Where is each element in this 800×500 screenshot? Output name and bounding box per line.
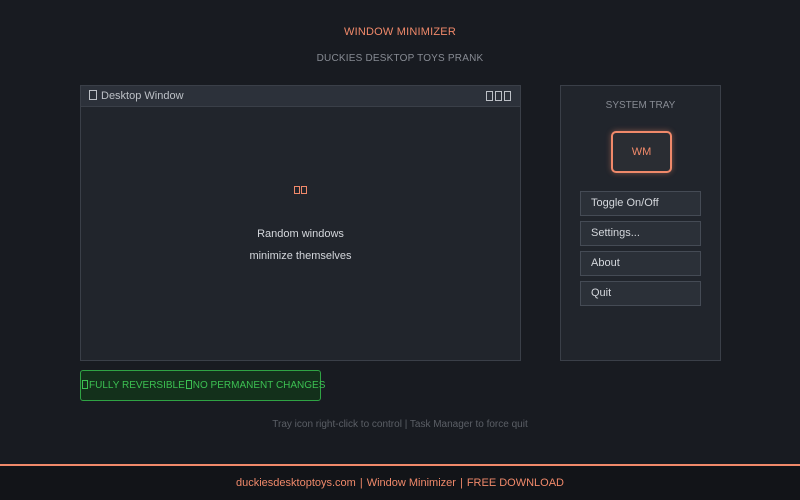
menu-item-quit[interactable]: Quit	[580, 281, 701, 306]
badge-text-2: NO PERMANENT CHANGES	[192, 380, 326, 391]
desktop-window[interactable]: Desktop Window Random windows minimize t…	[80, 85, 521, 361]
reversible-badge: FULLY REVERSIBLE NO PERMANENT CHANGES	[80, 370, 325, 401]
menu-item-toggle[interactable]: Toggle On/Off	[580, 191, 701, 216]
footer-separator: |	[359, 477, 363, 489]
window-title-text: Desktop Window	[101, 90, 184, 102]
window-body-line-2: minimize themselves	[249, 250, 352, 262]
window-titlebar[interactable]: Desktop Window	[81, 86, 520, 107]
menu-item-settings[interactable]: Settings...	[580, 221, 701, 246]
check-icon	[185, 380, 192, 389]
footer-site-link[interactable]: duckiesdesktoptoys.com	[236, 477, 356, 489]
tray-title: SYSTEM TRAY	[605, 100, 676, 111]
minimize-glyph-icon	[81, 186, 520, 194]
system-tray-panel: SYSTEM TRAY WM Toggle On/Off Settings...…	[560, 85, 721, 361]
app-title: WINDOW MINIMIZER	[344, 26, 456, 38]
tray-icon[interactable]: WM	[611, 131, 672, 173]
hint-text: Tray icon right-click to control | Task …	[272, 419, 528, 430]
footer-separator: |	[459, 477, 463, 489]
window-title: Desktop Window	[89, 90, 184, 102]
badge-text-1: FULLY REVERSIBLE	[89, 380, 185, 391]
footer-download-link[interactable]: FREE DOWNLOAD	[467, 477, 564, 489]
footer-text: duckiesdesktoptoys.com | Window Minimizer |…	[0, 477, 800, 489]
window-controls	[486, 91, 511, 101]
app-subtitle: DUCKIES DESKTOP TOYS PRANK	[316, 53, 484, 64]
close-icon[interactable]	[504, 91, 511, 101]
window-body-line-1: Random windows	[257, 228, 344, 240]
window-app-icon	[89, 90, 97, 100]
footer: duckiesdesktoptoys.com | Window Minimizer |…	[0, 464, 800, 500]
maximize-icon[interactable]	[495, 91, 502, 101]
check-icon	[82, 380, 88, 389]
minimize-icon[interactable]	[486, 91, 493, 101]
footer-product: Window Minimizer	[366, 477, 456, 489]
menu-item-about[interactable]: About	[580, 251, 701, 276]
